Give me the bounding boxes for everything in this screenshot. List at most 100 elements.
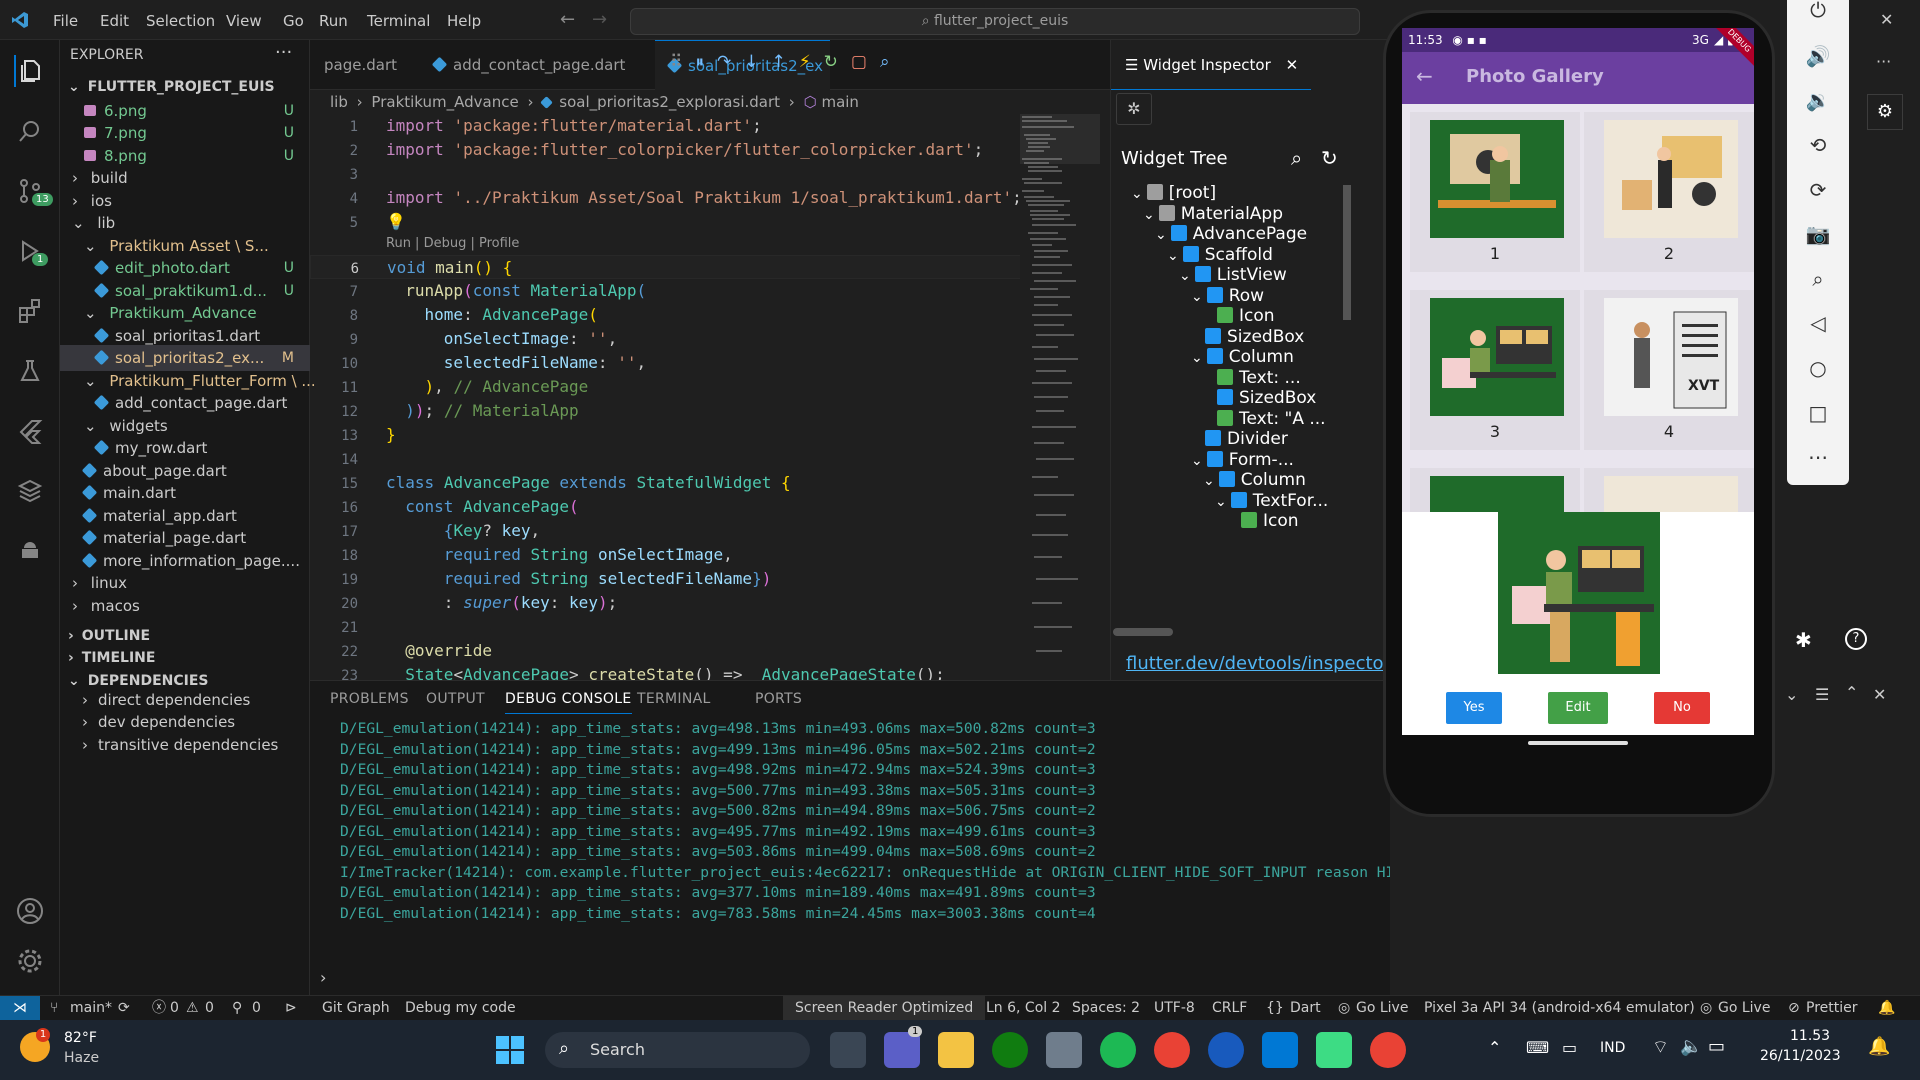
tab-debug-console[interactable]: DEBUG CONSOLE <box>505 691 632 714</box>
teams-icon[interactable]: 1 <box>884 1026 923 1068</box>
xbox-icon[interactable] <box>992 1032 1028 1068</box>
screenshot-camera-icon[interactable]: 📷 <box>1804 220 1832 248</box>
gallery-item-2[interactable]: 2 <box>1584 112 1754 272</box>
step-over-icon[interactable]: ↷ <box>717 52 731 78</box>
outline-section[interactable]: › OUTLINE <box>60 624 310 648</box>
tree-hscrollbar[interactable] <box>1113 628 1173 636</box>
taskbar-search[interactable]: ⌕ Search <box>545 1032 810 1068</box>
encoding[interactable]: UTF-8 <box>1154 996 1195 1021</box>
tab-ports[interactable]: PORTS <box>755 691 802 707</box>
bug-icon[interactable]: ✱ <box>1795 628 1812 652</box>
back-triangle-icon[interactable]: ◁ <box>1804 309 1832 337</box>
minimap[interactable] <box>1020 114 1100 674</box>
battery-icon[interactable]: ▭ <box>1708 1036 1725 1057</box>
clock-time[interactable]: 11.53 <box>1790 1028 1830 1044</box>
menu-terminal[interactable]: Terminal <box>367 12 430 30</box>
error-count[interactable]: 0 <box>170 996 179 1021</box>
volume-icon[interactable]: 🔈 <box>1680 1036 1702 1057</box>
codelens-run-debug[interactable]: Run | Debug | Profile <box>386 236 519 251</box>
windows-start-icon[interactable] <box>492 1032 528 1068</box>
panel-close-icon[interactable]: ✕ <box>1873 685 1886 704</box>
run-debug-icon[interactable]: 1 <box>14 235 49 267</box>
emulator-close-icon[interactable]: ✕ <box>1880 10 1893 29</box>
overview-square-icon[interactable]: □ <box>1804 399 1832 427</box>
emulator-settings-gear-icon[interactable]: ⚙ <box>1867 94 1903 130</box>
volume-down-icon[interactable]: 🔉 <box>1804 86 1832 114</box>
chevron-down-icon[interactable]: ⌄ <box>1191 289 1203 305</box>
flutter-icon[interactable] <box>14 415 46 447</box>
word-icon[interactable] <box>1208 1032 1244 1068</box>
vscode-taskbar-icon[interactable] <box>1262 1032 1298 1068</box>
accounts-icon[interactable] <box>14 895 46 927</box>
chevron-down-icon[interactable]: ⌄ <box>1203 473 1215 489</box>
file-explorer-icon[interactable] <box>938 1032 974 1068</box>
weather-widget[interactable]: 1 82°F Haze <box>20 1028 140 1072</box>
panel-chevron-down-icon[interactable]: ⌄ <box>1785 685 1798 704</box>
go-live-1[interactable]: Go Live <box>1356 996 1408 1021</box>
spotify-icon[interactable] <box>1100 1032 1136 1068</box>
yes-button[interactable]: Yes <box>1446 692 1502 724</box>
hot-reload-icon[interactable]: ⚡ <box>799 52 811 78</box>
remote-explorer-icon[interactable] <box>14 475 46 507</box>
sync-icon[interactable]: ⟳ <box>118 996 130 1021</box>
widget-tree-node[interactable]: Icon <box>1227 508 1299 533</box>
back-arrow-icon[interactable]: ← <box>1416 64 1433 88</box>
step-into-icon[interactable]: ↓ <box>744 52 758 78</box>
lightbulb-icon[interactable]: 💡 <box>386 212 406 231</box>
gallery-item-1[interactable]: 1 <box>1410 112 1580 272</box>
breadcrumb-item[interactable]: soal_prioritas2_explorasi.dart <box>559 93 780 111</box>
notifications-bell-icon[interactable]: 🔔 <box>1878 996 1895 1021</box>
debug-run-icon[interactable]: ⊳ <box>285 996 297 1021</box>
remote-indicator[interactable]: ⋊ <box>0 996 40 1021</box>
notification-bell-icon[interactable]: 🔔 <box>1868 1036 1890 1057</box>
timeline-section[interactable]: › TIMELINE <box>60 646 310 670</box>
breadcrumb-item[interactable]: lib <box>330 93 348 111</box>
chevron-down-icon[interactable]: ⌄ <box>1167 248 1179 264</box>
ports-count[interactable]: 0 <box>252 996 261 1021</box>
step-out-icon[interactable]: ↑ <box>771 52 785 78</box>
language-mode[interactable]: Dart <box>1290 996 1321 1021</box>
panel-maximize-icon[interactable]: ⌃ <box>1845 683 1858 702</box>
panel-menu-icon[interactable]: ☰ <box>1815 685 1829 704</box>
select-widget-mode-icon[interactable]: ✲ <box>1116 93 1152 125</box>
menu-go[interactable]: Go <box>283 12 304 30</box>
chevron-down-icon[interactable]: ⌄ <box>1191 350 1203 366</box>
settings-gear-icon[interactable] <box>14 945 46 977</box>
chrome-icon[interactable] <box>1154 1032 1190 1068</box>
tab-output[interactable]: OUTPUT <box>426 691 485 707</box>
rotate-right-icon[interactable]: ⟳ <box>1804 176 1832 204</box>
warning-count[interactable]: 0 <box>205 996 214 1021</box>
restart-icon[interactable]: ↻ <box>824 52 838 78</box>
nav-back-icon[interactable]: ← <box>560 9 575 30</box>
tab-problems[interactable]: PROBLEMS <box>330 691 409 707</box>
rotate-left-icon[interactable]: ⟲ <box>1804 131 1832 159</box>
task-view-icon[interactable] <box>830 1032 866 1068</box>
tray-chevron-up-icon[interactable]: ⌃ <box>1488 1038 1501 1057</box>
search-icon[interactable] <box>14 115 46 147</box>
stop-icon[interactable]: ▢ <box>851 52 867 78</box>
explorer-icon[interactable] <box>14 55 46 87</box>
dep-transitive[interactable]: › transitive dependencies <box>60 732 310 758</box>
tab-add-contact-page[interactable]: add_contact_page.dart <box>420 40 639 90</box>
testing-icon[interactable] <box>14 355 46 387</box>
eol[interactable]: CRLF <box>1212 996 1247 1021</box>
chevron-down-icon[interactable]: ⌄ <box>1143 207 1155 223</box>
chevron-down-icon[interactable]: ⌄ <box>1215 494 1227 510</box>
go-live-2[interactable]: Go Live <box>1718 996 1770 1021</box>
tab-page-dart[interactable]: page.dart <box>310 40 411 90</box>
chrome-profile-icon[interactable] <box>1370 1032 1406 1068</box>
wifi-icon[interactable]: ⌔ <box>1652 1036 1669 1059</box>
home-gesture-bar[interactable] <box>1528 741 1628 745</box>
code-editor[interactable]: 1 import 'package:flutter/material.dart';… <box>310 114 1020 680</box>
source-control-icon[interactable]: 13 <box>14 175 53 207</box>
console-input-chevron-icon[interactable]: › <box>320 968 326 987</box>
pause-icon[interactable]: ⏸ <box>695 52 704 78</box>
git-graph[interactable]: Git Graph <box>322 996 390 1021</box>
help-icon[interactable]: ? <box>1845 628 1867 650</box>
input-language[interactable]: IND <box>1600 1040 1625 1056</box>
inspector-tab[interactable]: ☰ Widget Inspector ✕ <box>1111 40 1311 90</box>
zoom-icon[interactable]: ⌕ <box>1804 265 1832 293</box>
nav-forward-icon[interactable]: → <box>592 9 607 30</box>
no-button[interactable]: No <box>1654 692 1710 724</box>
gallery-item-4[interactable]: XVT 4 <box>1584 290 1754 450</box>
